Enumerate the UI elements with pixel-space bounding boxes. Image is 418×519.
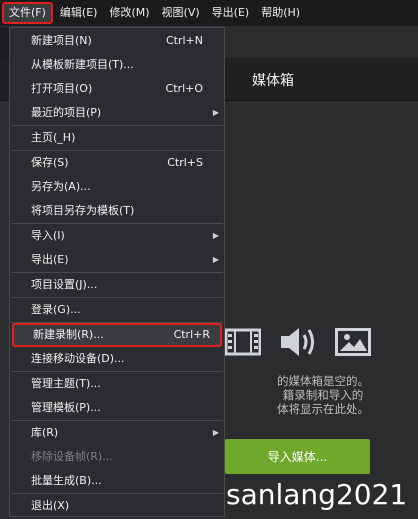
menu-item-save[interactable]: 保存(S) Ctrl+S [10, 151, 224, 175]
menu-item-import[interactable]: 导入(I) ▶ [10, 224, 224, 248]
menu-item-label: 新建项目(N) [31, 34, 92, 47]
file-menu-dropdown: 新建项目(N) Ctrl+N 从模板新建项目(T)... 打开项目(O) Ctrl+… [9, 27, 225, 517]
menu-item-label: 将项目另存为模板(T) [31, 204, 135, 217]
menu-item-remove-device-frame: 移除设备帧(R)... [10, 445, 224, 469]
menu-file[interactable]: 文件(F) [2, 2, 53, 24]
empty-line-3: 体将显示在此处。 [277, 402, 369, 416]
menu-item-connect-mobile[interactable]: 连接移动设备(D)... [10, 347, 224, 371]
import-media-button[interactable]: 导入媒体... [225, 439, 370, 474]
menu-item-label: 另存为(A)... [31, 180, 91, 193]
menu-export[interactable]: 导出(E) [207, 2, 255, 24]
menu-item-batch-produce[interactable]: 批量生成(B)... [10, 469, 224, 493]
shortcut-label: Ctrl+O [165, 82, 203, 95]
menu-item-manage-themes[interactable]: 管理主题(T)... [10, 372, 224, 396]
media-bin-title: 媒体箱 [252, 73, 294, 89]
audio-icon [279, 325, 317, 359]
shortcut-label: Ctrl+R [173, 328, 210, 341]
menu-item-recent-projects[interactable]: 最近的项目(P) ▶ [10, 101, 224, 125]
menu-item-save-as[interactable]: 另存为(A)... [10, 175, 224, 199]
menu-item-exit[interactable]: 退出(X) [10, 494, 224, 518]
menu-item-label: 移除设备帧(R)... [31, 450, 113, 463]
menu-item-new-recording[interactable]: 新建录制(R)... Ctrl+R [12, 323, 222, 347]
menu-item-label: 管理模板(P)... [31, 401, 101, 414]
shortcut-label: Ctrl+N [165, 34, 203, 47]
menu-item-label: 批量生成(B)... [31, 474, 102, 487]
menu-item-home[interactable]: 主页(_H) [10, 126, 224, 150]
menu-item-label: 连接移动设备(D)... [31, 352, 125, 365]
menu-item-label: 项目设置(J)... [31, 278, 98, 291]
menu-bar: 文件(F) 编辑(E) 修改(M) 视图(V) 导出(E) 帮助(H) [0, 0, 418, 27]
submenu-arrow-icon: ▶ [212, 108, 219, 117]
empty-line-1: 的媒体箱是空的。 [277, 374, 369, 388]
menu-view[interactable]: 视图(V) [157, 2, 205, 24]
menu-item-project-settings[interactable]: 项目设置(J)... [10, 273, 224, 297]
menu-modify[interactable]: 修改(M) [104, 2, 154, 24]
menu-item-export[interactable]: 导出(E) ▶ [10, 248, 224, 272]
menu-item-library[interactable]: 库(R) ▶ [10, 421, 224, 445]
menu-item-label: 主页(_H) [31, 131, 76, 144]
menu-item-open-project[interactable]: 打开项目(O) Ctrl+O [10, 77, 224, 101]
menu-item-new-project[interactable]: 新建项目(N) Ctrl+N [10, 29, 224, 53]
shortcut-label: Ctrl+S [167, 156, 203, 169]
watermark-text: sanlang2021 [226, 478, 408, 511]
menu-item-manage-templates[interactable]: 管理模板(P)... [10, 396, 224, 420]
menu-item-label: 导出(E) [31, 253, 69, 266]
image-icon [335, 327, 371, 357]
film-icon [225, 327, 261, 357]
menu-item-label: 退出(X) [31, 499, 70, 512]
menu-item-label: 从模板新建项目(T)... [31, 58, 134, 71]
submenu-arrow-icon: ▶ [212, 231, 219, 240]
menu-item-save-as-template[interactable]: 将项目另存为模板(T) [10, 199, 224, 223]
menu-item-sign-in[interactable]: 登录(G)... [10, 298, 224, 322]
menu-item-label: 最近的项目(P) [31, 106, 102, 119]
menu-edit[interactable]: 编辑(E) [55, 2, 103, 24]
menu-item-label: 管理主题(T)... [31, 377, 101, 390]
menu-item-new-from-template[interactable]: 从模板新建项目(T)... [10, 53, 224, 77]
submenu-arrow-icon: ▶ [212, 428, 219, 437]
menu-item-label: 登录(G)... [31, 303, 81, 316]
menu-item-label: 导入(I) [31, 229, 65, 242]
menu-item-label: 新建录制(R)... [33, 328, 104, 341]
empty-bin-message: 的媒体箱是空的。 籍录制和导入的 体将显示在此处。 [228, 374, 418, 416]
submenu-arrow-icon: ▶ [212, 255, 219, 264]
menu-item-label: 打开项目(O) [31, 82, 93, 95]
menu-item-label: 保存(S) [31, 156, 69, 169]
menu-help[interactable]: 帮助(H) [256, 2, 305, 24]
media-type-icons [225, 322, 389, 362]
menu-item-label: 库(R) [31, 426, 59, 439]
empty-line-2: 籍录制和导入的 [282, 388, 364, 402]
